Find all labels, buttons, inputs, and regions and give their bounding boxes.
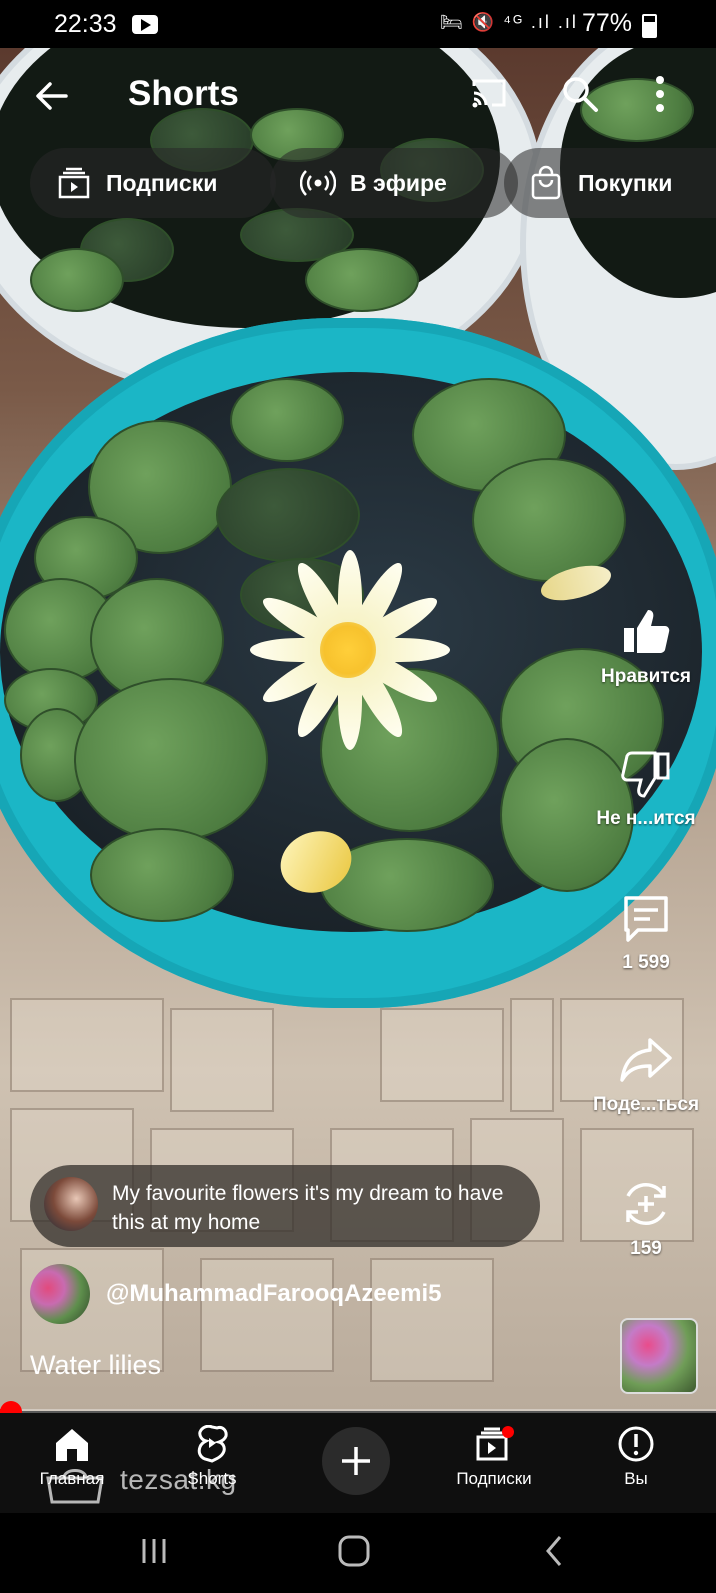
system-back-icon[interactable] (540, 1533, 570, 1569)
commenter-avatar (44, 1177, 98, 1231)
recent-apps-icon[interactable] (138, 1535, 170, 1567)
thumbs-down-icon (621, 751, 670, 798)
share-button[interactable]: Поде...ться (586, 1034, 706, 1116)
cast-icon[interactable] (470, 76, 508, 110)
nav-label: Подписки (456, 1469, 532, 1488)
chip-label: Подписки (106, 169, 218, 196)
system-navigation (0, 1513, 716, 1593)
search-icon[interactable] (560, 74, 600, 114)
sound-thumbnail[interactable] (620, 1318, 698, 1394)
comment-icon (624, 896, 668, 942)
chip-live[interactable]: В эфире (270, 148, 518, 218)
status-bar: 22:33 🛏 🔇 ⁴ᴳ .ıl .ıl 77% (0, 0, 716, 48)
floor-tile (200, 1258, 334, 1372)
shorts-header: Shorts (0, 48, 716, 144)
live-icon (300, 170, 336, 196)
like-button[interactable]: Нравится (586, 606, 706, 688)
home-icon (56, 1429, 88, 1461)
like-label: Нравится (601, 666, 691, 687)
pinned-comment[interactable]: My favourite flowers it's my dream to ha… (30, 1165, 540, 1247)
back-arrow-icon[interactable] (32, 76, 72, 116)
comments-count: 1 599 (622, 952, 670, 973)
category-chips: Подписки В эфире Покупки (30, 148, 716, 218)
battery-percent: 77% (582, 9, 633, 37)
nav-subscriptions[interactable]: Подписки (424, 1413, 564, 1513)
shorts-icon (197, 1425, 228, 1463)
watermark: tezsat.kg (40, 1460, 300, 1508)
remix-icon (626, 1183, 666, 1225)
status-time: 22:33 (54, 10, 117, 38)
lily-pad (305, 248, 419, 312)
watermark-text: tezsat.kg (120, 1464, 237, 1495)
lily-pad (472, 458, 626, 582)
dislike-button[interactable]: Не н...ится (586, 748, 706, 830)
comment-text: My favourite flowers it's my dream to ha… (112, 1182, 504, 1234)
shopping-bag-icon (46, 1469, 104, 1504)
floor-tile (380, 1008, 504, 1102)
create-icon (342, 1447, 370, 1475)
chip-subscriptions[interactable]: Подписки (30, 148, 276, 218)
create-button[interactable] (322, 1427, 390, 1495)
floor-tile (370, 1258, 494, 1382)
lily-pad (230, 378, 344, 462)
more-options-icon[interactable] (650, 72, 670, 116)
home-button-icon[interactable] (336, 1533, 372, 1569)
nav-you[interactable]: Вы (566, 1413, 706, 1513)
you-icon (618, 1426, 654, 1462)
chip-label: В эфире (350, 169, 447, 196)
comments-button[interactable]: 1 599 (586, 892, 706, 974)
remix-button[interactable]: 159 (586, 1178, 706, 1260)
lily-pad (30, 248, 124, 312)
share-icon (620, 1038, 672, 1082)
share-label: Поде...ться (592, 1094, 700, 1115)
page-title: Shorts (128, 74, 239, 113)
chip-label: Покупки (578, 169, 673, 196)
dislike-label: Не н...ится (596, 808, 696, 829)
shopping-bag-icon (531, 165, 561, 200)
subscriptions-icon (58, 167, 90, 199)
lily-pad (90, 828, 234, 922)
battery-icon (642, 14, 657, 38)
remix-count: 159 (630, 1238, 662, 1259)
video-title[interactable]: Water lilies (30, 1350, 161, 1381)
youtube-notification-icon (132, 15, 158, 34)
floor-tile (10, 998, 164, 1092)
subscriptions-icon (476, 1426, 514, 1461)
floor-tile (170, 1008, 274, 1112)
water-lily-flower (238, 540, 458, 760)
thumbs-up-icon (624, 610, 670, 653)
floor-tile (510, 998, 554, 1112)
author-avatar[interactable] (30, 1264, 90, 1324)
author-handle[interactable]: @MuhammadFarooqAzeemi5 (106, 1280, 441, 1308)
chip-shopping[interactable]: Покупки (504, 148, 716, 218)
nav-label: Вы (624, 1469, 648, 1488)
shorts-screen: 22:33 🛏 🔇 ⁴ᴳ .ıl .ıl 77% Shorts Подписки… (0, 0, 716, 1593)
status-icons: 🛏 🔇 ⁴ᴳ .ıl .ıl (440, 12, 578, 32)
